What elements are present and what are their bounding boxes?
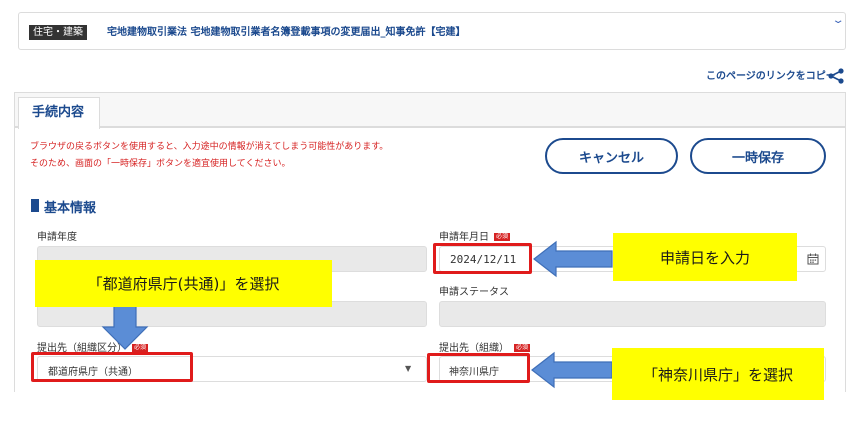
tab-divider	[14, 127, 846, 128]
save-temporary-button[interactable]: 一時保存	[690, 138, 826, 174]
procedure-header-card: 住宅・建築 宅地建物取引業法 宅地建物取引業者名簿登載事項の変更届出_知事免許【…	[18, 12, 846, 50]
arrow-left-icon	[531, 351, 613, 389]
highlight-box-destination-org	[427, 353, 530, 383]
calendar-icon[interactable]	[807, 253, 819, 265]
section-title: 基本情報	[44, 201, 97, 216]
copy-page-link[interactable]: このページのリンクをコピー	[706, 70, 836, 84]
tab-bar	[14, 92, 846, 127]
field-label-text: 申請年度	[37, 232, 77, 243]
highlight-box-date	[433, 243, 532, 274]
callout-select-prefecture: 「都道府県庁(共通)」を選択	[35, 260, 332, 307]
callout-enter-date: 申請日を入力	[613, 233, 797, 281]
required-badge: 必須	[494, 233, 511, 241]
section-marker	[31, 199, 39, 212]
arrow-left-icon	[533, 240, 613, 278]
share-icon[interactable]	[827, 68, 845, 84]
highlight-box-destination-type	[31, 352, 193, 382]
category-badge: 住宅・建築	[29, 25, 87, 40]
application-status-label: 申請ステータス	[439, 286, 509, 299]
procedure-title: 宅地建物取引業法 宅地建物取引業者名簿登載事項の変更届出_知事免許【宅建】	[107, 27, 466, 38]
field-label-text: 申請年月日	[439, 232, 489, 243]
warning-text: そのため、画面の「一時保存」ボタンを適宜使用してください。	[30, 159, 291, 169]
arrow-down-icon	[101, 305, 149, 350]
warning-text: ブラウザの戻るボタンを使用すると、入力途中の情報が消えてしまう可能性があります。	[30, 142, 389, 152]
application-year-label: 申請年度	[37, 231, 77, 244]
dropdown-caret-icon[interactable]: ▼	[405, 364, 411, 373]
chevron-down-icon[interactable]: ⌄	[831, 15, 844, 26]
required-badge: 必須	[514, 344, 531, 352]
application-status-field	[439, 301, 826, 327]
callout-select-kanagawa: 「神奈川県庁」を選択	[612, 348, 824, 400]
tab-procedure-details[interactable]: 手続内容	[18, 97, 100, 129]
cancel-button[interactable]: キャンセル	[545, 138, 678, 174]
field-label-text: 申請ステータス	[439, 287, 509, 298]
